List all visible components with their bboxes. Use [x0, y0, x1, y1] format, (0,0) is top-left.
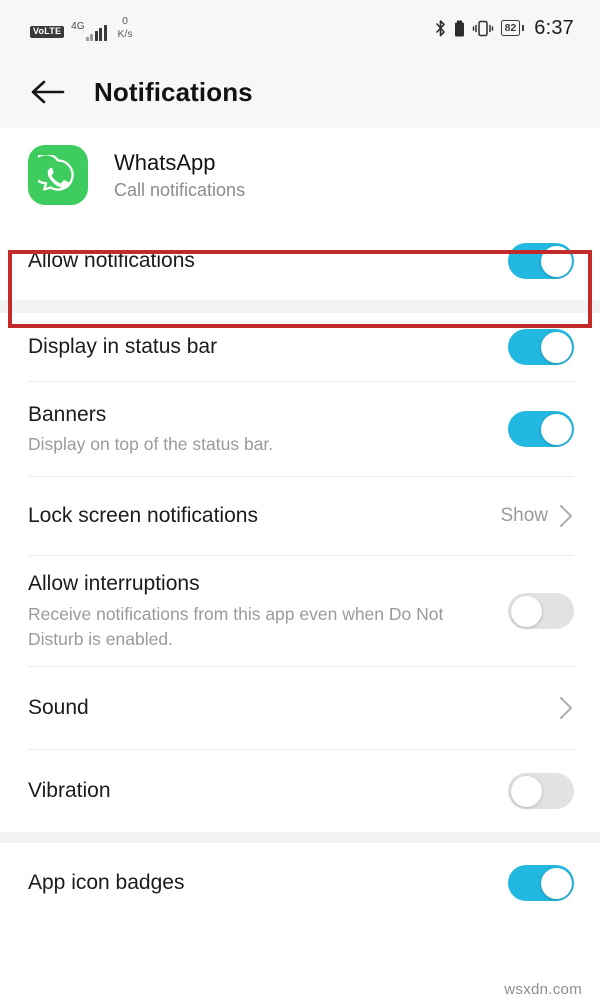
- whatsapp-icon: [28, 145, 88, 205]
- setting-title: Banners: [28, 402, 107, 426]
- row-control: Show: [500, 503, 574, 529]
- app-header: WhatsApp Call notifications: [0, 128, 600, 222]
- chevron-right-icon: [558, 695, 574, 721]
- row-control: [508, 865, 574, 901]
- row-text: Allow interruptions Receive notification…: [28, 570, 484, 651]
- toggle-allow-interruptions[interactable]: [508, 593, 574, 629]
- toggle-knob: [540, 413, 572, 445]
- notification-settings-screen: VoLTE 4G 0 K/s 82 6:37 Notifications Wha…: [0, 0, 600, 1006]
- row-control: [558, 695, 574, 721]
- clock-label: 6:37: [534, 16, 574, 39]
- setting-row-lock-screen-notifications[interactable]: Lock screen notifications Show: [0, 477, 600, 555]
- app-name-label: WhatsApp: [114, 149, 216, 175]
- battery-icon: [454, 19, 465, 38]
- row-text: Display in status bar: [28, 333, 233, 361]
- status-bar-left: VoLTE 4G 0 K/s: [30, 15, 133, 41]
- setting-title: App icon badges: [28, 870, 185, 894]
- toggle-knob: [540, 331, 572, 363]
- setting-row-banners[interactable]: Banners Display on top of the status bar…: [0, 382, 600, 476]
- setting-title: Allow notifications: [28, 248, 195, 272]
- signal-bars-icon: [85, 24, 107, 41]
- row-control: [508, 243, 574, 279]
- setting-description: Display on top of the status bar.: [28, 434, 274, 455]
- row-control: [508, 329, 574, 365]
- setting-title: Vibration: [28, 778, 111, 802]
- setting-title: Sound: [28, 695, 89, 719]
- toggle-knob: [510, 775, 542, 807]
- setting-description: Receive notifications from this app even…: [28, 603, 444, 649]
- setting-title: Allow interruptions: [28, 572, 200, 596]
- row-control: [508, 593, 574, 629]
- row-text: Lock screen notifications: [28, 502, 274, 530]
- bluetooth-icon: [434, 19, 447, 38]
- network-speed-indicator: 0 K/s: [118, 15, 133, 39]
- setting-title: Display in status bar: [28, 334, 218, 358]
- chevron-right-icon: [558, 503, 574, 529]
- setting-row-sound[interactable]: Sound: [0, 667, 600, 749]
- row-control: [508, 773, 574, 809]
- status-bar: VoLTE 4G 0 K/s 82 6:37: [0, 0, 600, 56]
- watermark-label: wsxdn.com: [504, 981, 582, 998]
- row-text: App icon badges: [28, 869, 200, 897]
- setting-row-allow-notifications[interactable]: Allow notifications: [0, 222, 600, 300]
- network-speed-value: 0: [122, 15, 129, 28]
- vibrate-icon: [472, 19, 494, 38]
- network-type-label: 4G: [71, 20, 85, 32]
- page-title: Notifications: [94, 76, 253, 107]
- battery-percentage-indicator: 82: [500, 20, 525, 36]
- network-speed-unit: K/s: [117, 27, 133, 40]
- setting-row-vibration[interactable]: Vibration: [0, 750, 600, 832]
- toggle-vibration[interactable]: [508, 773, 574, 809]
- battery-percentage-label: 82: [500, 20, 521, 36]
- signal-strength-icon: 4G: [71, 20, 107, 41]
- setting-row-allow-interruptions[interactable]: Allow interruptions Receive notification…: [0, 556, 600, 666]
- setting-title: Lock screen notifications: [28, 503, 258, 527]
- row-text: Sound: [28, 694, 105, 722]
- section-separator: [0, 832, 600, 843]
- toggle-knob: [540, 245, 572, 277]
- toggle-banners[interactable]: [508, 411, 574, 447]
- row-text: Allow notifications: [28, 247, 211, 275]
- setting-row-app-icon-badges[interactable]: App icon badges: [0, 843, 600, 923]
- battery-tip-icon: [521, 25, 525, 31]
- back-arrow-icon[interactable]: [28, 72, 68, 112]
- toggle-app-icon-badges[interactable]: [508, 865, 574, 901]
- app-meta: WhatsApp Call notifications: [114, 150, 245, 201]
- row-control: [508, 411, 574, 447]
- app-bar: Notifications: [0, 56, 600, 128]
- row-text: Banners Display on top of the status bar…: [28, 401, 289, 457]
- section-separator: [0, 300, 600, 313]
- toggle-allow-notifications[interactable]: [508, 243, 574, 279]
- toggle-knob: [540, 867, 572, 899]
- volte-icon: VoLTE: [30, 25, 65, 38]
- toggle-knob: [510, 595, 542, 627]
- setting-value: Show: [500, 505, 548, 526]
- row-text: Vibration: [28, 777, 127, 805]
- toggle-display-in-status-bar[interactable]: [508, 329, 574, 365]
- notification-channel-label: Call notifications: [114, 179, 246, 200]
- status-bar-right: 82 6:37: [434, 17, 574, 40]
- setting-row-display-in-status-bar[interactable]: Display in status bar: [0, 313, 600, 381]
